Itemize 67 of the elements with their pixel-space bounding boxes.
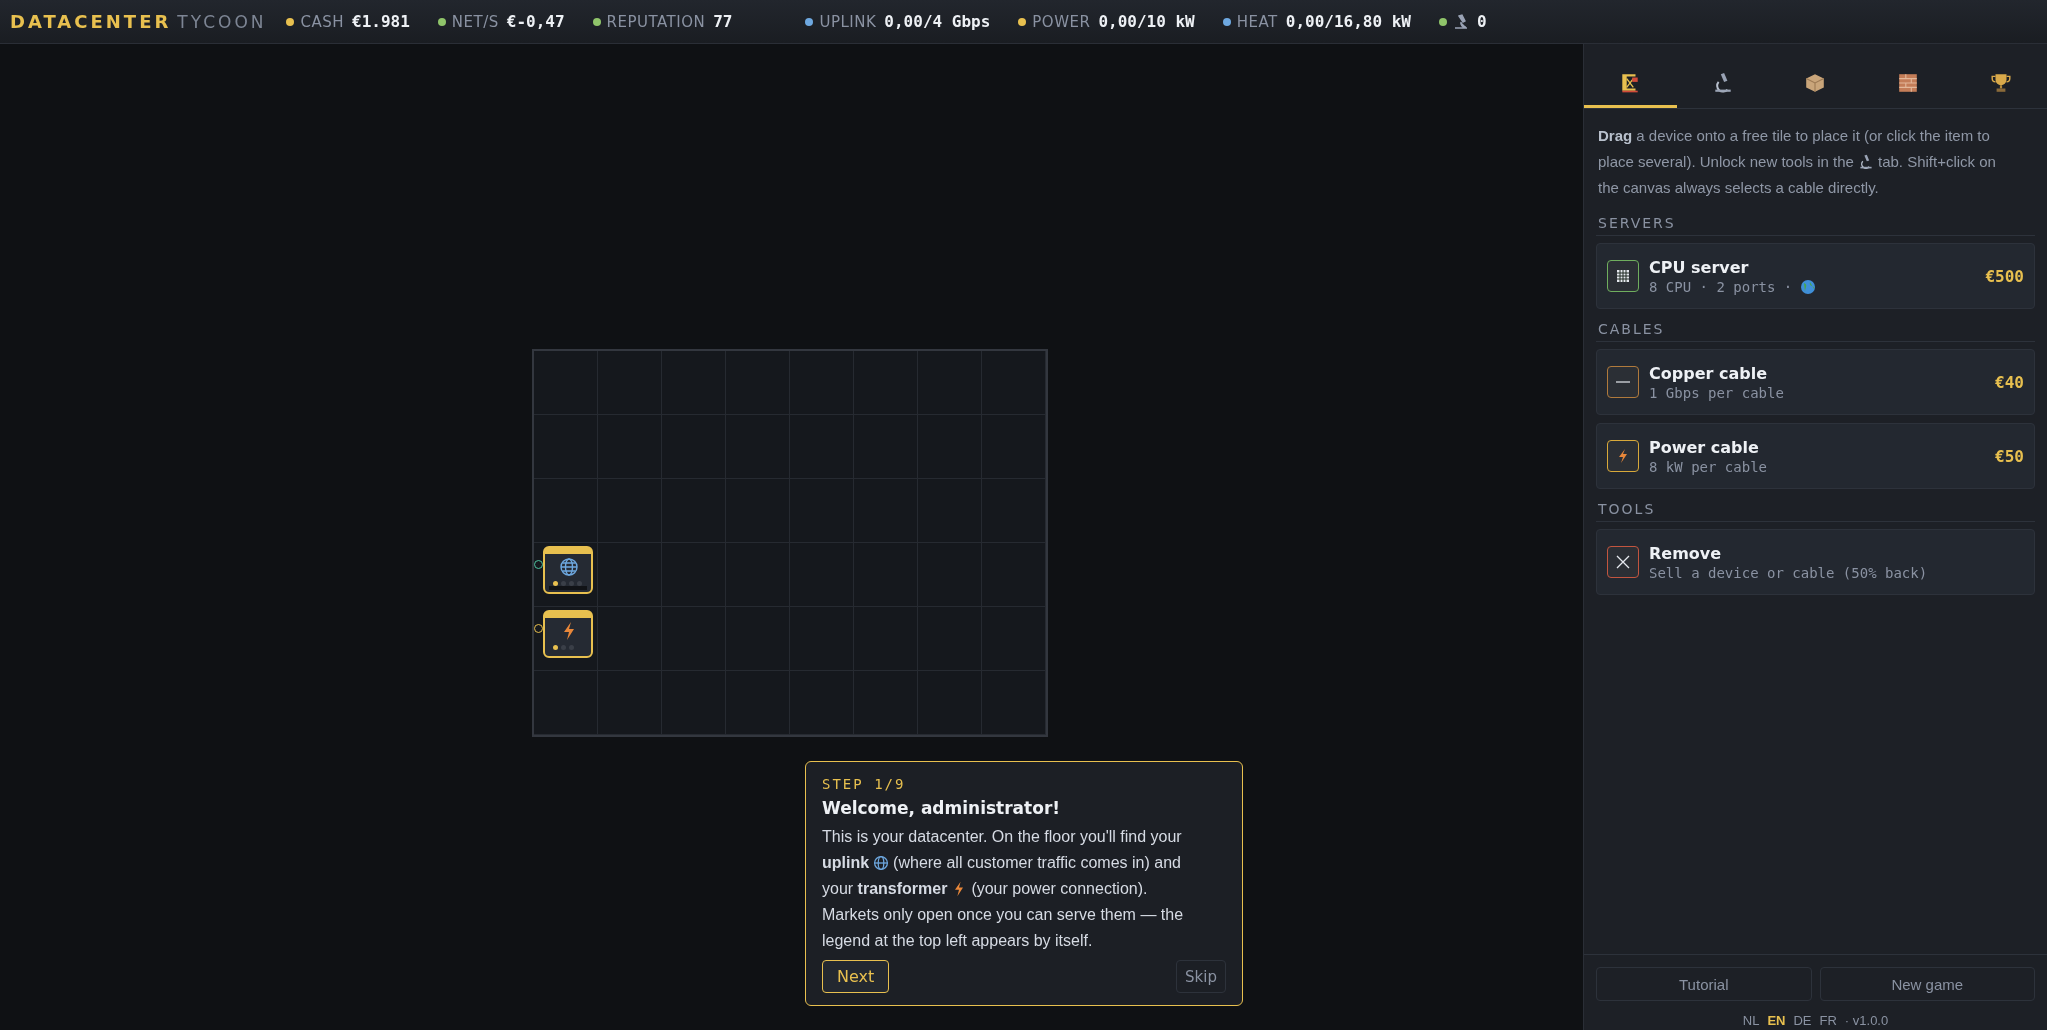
item-price: €50: [1995, 446, 2024, 466]
item-name: Remove: [1649, 543, 1723, 563]
stat-label: NET/S: [451, 12, 499, 31]
section-heading: TOOLS: [1596, 497, 2035, 522]
stat-value: 77: [713, 12, 733, 31]
tutorial-text: Markets only open once you can serve them — the: [822, 905, 1184, 925]
next-button[interactable]: Next: [822, 960, 890, 993]
skip-button[interactable]: Skip: [1176, 960, 1226, 993]
stat-label: UPLINK: [819, 12, 877, 31]
help-text: the canvas always selects a cable directly.: [1598, 178, 1879, 198]
item-name: Copper cable: [1649, 363, 1769, 383]
help-text: Drag a device onto a free tile to place it (or click the item to: [1598, 126, 1990, 146]
item-detail: Sell a device or cable (50% back): [1649, 564, 1928, 581]
help-text: place several). Unlock new tools in the: [1598, 152, 1854, 172]
tutorial-text: legend at the top left appears by itself.: [822, 931, 1093, 951]
stat-label: REPUTATION: [606, 12, 706, 31]
box-icon: [1804, 71, 1827, 94]
item-card[interactable]: Power cable 8 kW per cable €50: [1596, 423, 2035, 489]
stat-label: POWER: [1032, 12, 1091, 31]
stat-value: 0,00/4 Gbps: [884, 12, 991, 31]
help-text: tab. Shift+click on: [1877, 152, 1996, 172]
microscope-icon: [1453, 13, 1469, 30]
stat-label: HEAT: [1236, 12, 1278, 31]
item-name: CPU server: [1649, 257, 1750, 277]
language-link[interactable]: NL: [1742, 1013, 1760, 1028]
new-game-button[interactable]: New game: [1819, 967, 2035, 1001]
stat-label: CASH: [300, 12, 345, 31]
logo-subtitle: TYCOON: [177, 12, 267, 32]
item-price: €40: [1995, 372, 2024, 392]
tutorial-text: (where all customer traffic comes in) and: [893, 853, 1181, 873]
stat-value: €1.981: [352, 12, 410, 31]
version-label: · v1.0.0: [1844, 1013, 1889, 1028]
tutorial-text: your transformer: [822, 879, 948, 899]
lightning-device-tile[interactable]: [543, 610, 593, 658]
globe-device-tile[interactable]: [543, 546, 593, 594]
trophy-icon: [1989, 71, 2012, 94]
tutorial-text: uplink: [822, 853, 870, 873]
step-label: STEP 1/9: [822, 776, 907, 792]
globe-icon: [873, 855, 890, 871]
indicator-lights: [553, 581, 582, 586]
item-detail: 8 CPU · 2 ports ·: [1649, 278, 1793, 295]
brick-wall-icon: [1897, 71, 1920, 94]
item-card[interactable]: Remove Sell a device or cable (50% back): [1596, 529, 2035, 595]
stat-value: 0,00/16,80 kW: [1285, 12, 1411, 31]
language-link[interactable]: FR: [1819, 1013, 1837, 1028]
stat-value: 0: [1477, 12, 1487, 31]
tutorial-title: Welcome, administrator!: [822, 798, 1062, 818]
tutorial-text: This is your datacenter. On the floor you'll find your: [822, 827, 1182, 847]
globe-icon: [559, 557, 579, 577]
language-link[interactable]: EN: [1767, 1013, 1786, 1028]
section-heading: SERVERS: [1596, 211, 2035, 236]
logo-title: DATACENTER: [10, 11, 172, 32]
item-name: Power cable: [1649, 437, 1760, 457]
language-link[interactable]: DE: [1793, 1013, 1812, 1028]
tutorial-button[interactable]: Tutorial: [1596, 967, 1812, 1001]
stat-value: €-0,47: [506, 12, 565, 31]
indicator-lights: [553, 645, 574, 650]
stat-value: 0,00/10 kW: [1098, 12, 1195, 31]
item-card[interactable]: CPU server 8 CPU · 2 ports · €500: [1596, 243, 2035, 309]
microscope-icon: [1857, 154, 1874, 170]
globe-icon: [1800, 278, 1817, 295]
item-detail: 1 Gbps per cable: [1649, 384, 1784, 401]
section-heading: CABLES: [1596, 317, 2035, 342]
item-price: €500: [1985, 266, 2024, 286]
item-card[interactable]: Copper cable 1 Gbps per cable €40: [1596, 349, 2035, 415]
tutorial-text: (your power connection).: [971, 879, 1148, 899]
item-detail: 8 kW per cable: [1649, 458, 1767, 475]
